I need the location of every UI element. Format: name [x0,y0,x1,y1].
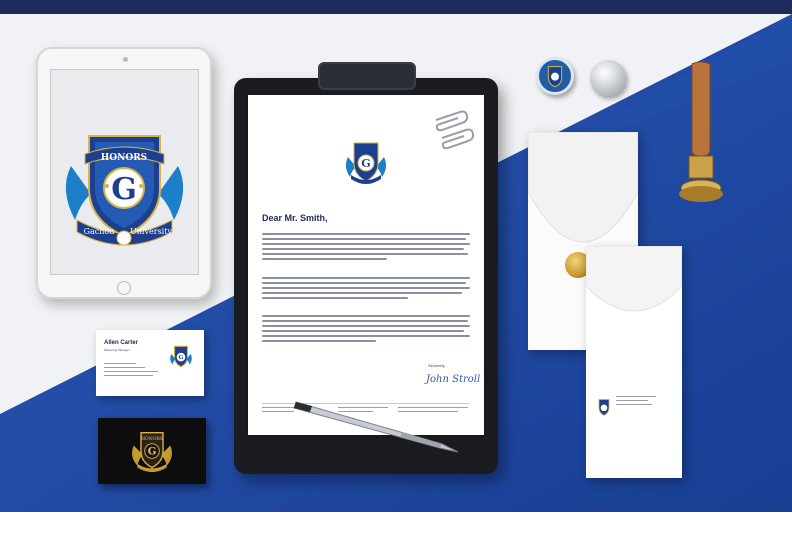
bottom-white-band [0,512,792,537]
crest-logo-icon: HONORS G [132,431,172,473]
pin-badge-blue [536,57,574,95]
pen-icon [293,401,459,453]
tablet-device: G HONORS Gachon University [36,47,212,299]
envelope-front [586,246,682,478]
svg-text:G: G [178,354,183,361]
crest-logo-icon: G [170,345,192,368]
crest-logo-icon [547,66,563,88]
pin-badge-metal-back [590,60,626,96]
crest-logo-icon: G HONORS Gachon University [65,135,184,246]
svg-text:G: G [361,157,370,170]
letter-closing: Sincerely, [428,363,446,368]
wax-stamp-icon [679,61,723,202]
business-card-role: Marketing Manager [104,348,130,352]
tablet-home-button [117,281,131,295]
paperclip-icon [435,110,475,150]
tablet-screen: G HONORS Gachon University [50,69,199,275]
crest-logo-icon: G [345,142,387,184]
letter-greeting: Dear Mr. Smith, [262,213,328,223]
letter-paragraph [262,315,470,345]
black-card-logo-top-text: HONORS [141,436,163,442]
tablet-camera [123,57,128,62]
letter-paragraph [262,277,470,302]
letter-signature: John Stroll [426,374,481,385]
tablet-logo-ribbon-left: Gachon [84,227,115,236]
business-card: Allen Carter Marketing Manager G [96,330,204,396]
business-card-contact-lines [104,363,158,379]
clipboard-clip [318,62,416,90]
black-card-logo-letter: G [148,447,157,458]
tablet-logo-letter: G [111,172,137,207]
tablet-logo-top-text: HONORS [101,153,147,163]
envelope-front-flap [586,246,682,312]
crest-logo-icon [598,399,610,416]
letter-paragraph [262,233,470,263]
stationery-mockup-scene: G HONORS Gachon University G Dear Mr. Sm… [0,0,792,537]
tablet-logo-ribbon-right: University [130,227,172,236]
envelope-address-lines [616,396,656,408]
business-card-back: HONORS G [98,418,206,484]
business-card-name: Allen Carter [104,340,139,346]
